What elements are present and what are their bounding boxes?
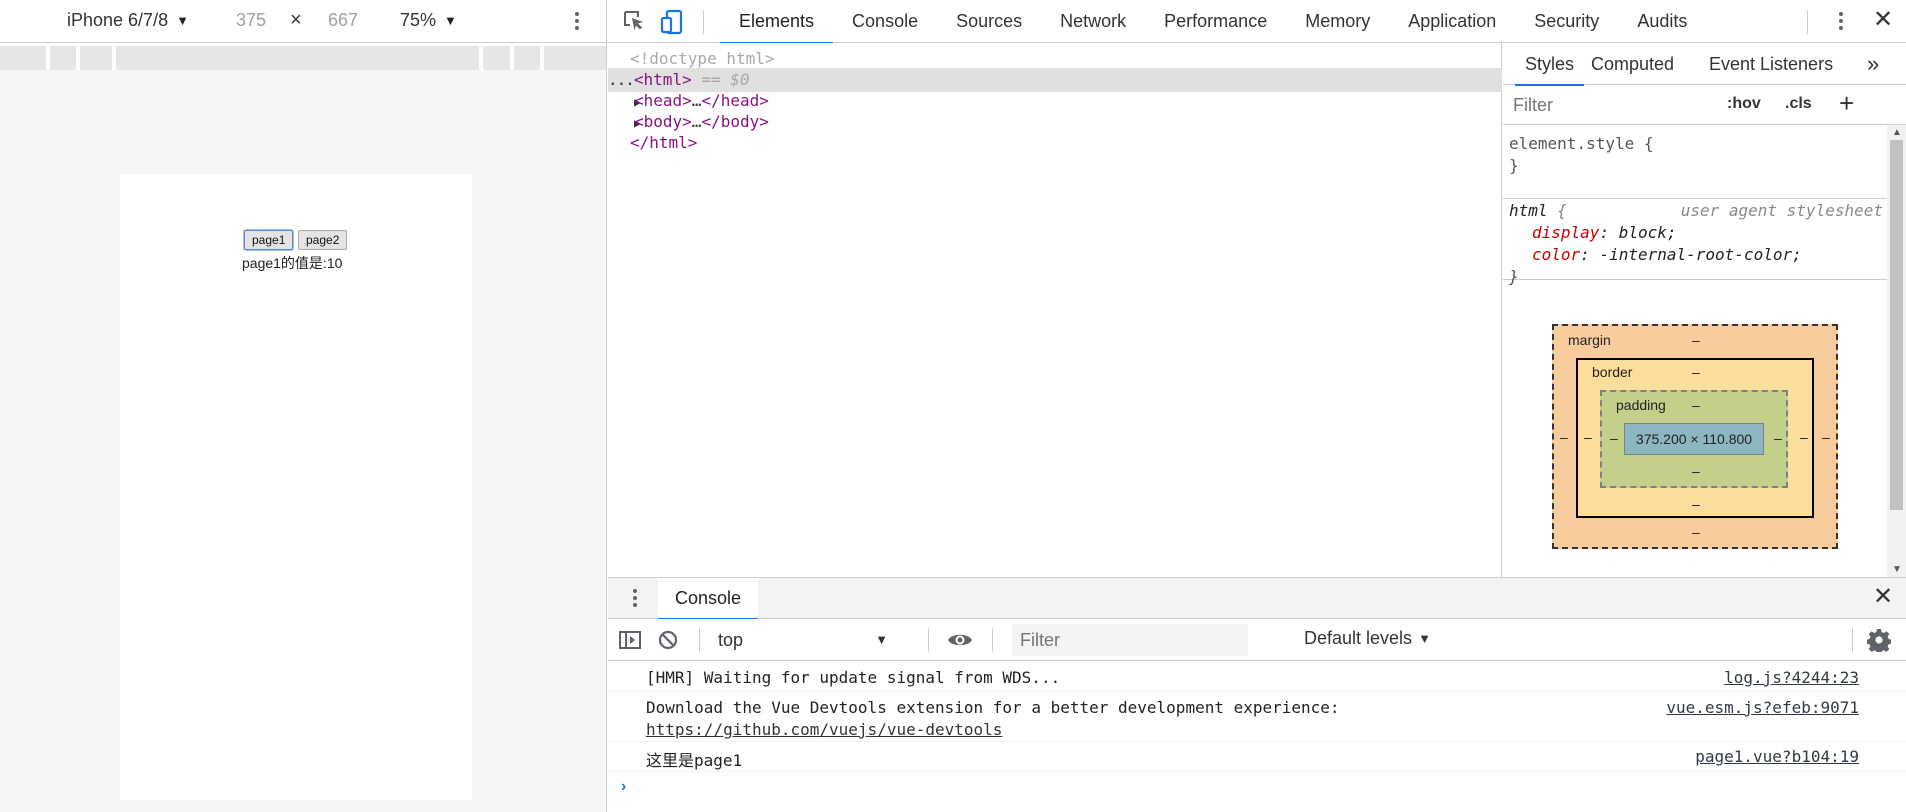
clear-console-icon[interactable] (657, 629, 679, 651)
more-options-icon[interactable] (572, 9, 582, 33)
page2-button[interactable]: page2 (298, 230, 348, 250)
styles-scrollbar[interactable]: ▲ ▼ (1887, 125, 1906, 577)
devtools-tab-bar: Elements Console Sources Network Perform… (608, 0, 1906, 44)
user-agent-stylesheet-label: user agent stylesheet (1680, 201, 1883, 220)
new-style-rule-button[interactable]: + (1839, 88, 1854, 119)
console-prompt[interactable]: › (621, 778, 626, 796)
more-tabs-icon[interactable]: » (1867, 51, 1879, 77)
cls-toggle-button[interactable]: .cls (1785, 95, 1812, 113)
toolbar-divider (1852, 628, 1853, 652)
tab-sources[interactable]: Sources (937, 0, 1041, 43)
tab-computed[interactable]: Computed (1591, 43, 1674, 85)
console-filter-input[interactable] (1012, 624, 1248, 656)
box-model-padding[interactable]: padding – – – – 375.200 × 110.800 (1600, 390, 1788, 488)
screen: iPhone 6/7/8 ▼ 375 × 667 75% ▼ page1 pag… (0, 0, 1906, 812)
close-devtools-icon[interactable]: ✕ (1873, 6, 1893, 34)
zoom-select[interactable]: 75% ▼ (400, 10, 457, 31)
tab-audits[interactable]: Audits (1618, 0, 1706, 43)
console-message: Download the Vue Devtools extension for … (608, 692, 1906, 742)
message-source-link[interactable]: log.js?4244:23 (1724, 668, 1859, 687)
device-name: iPhone 6/7/8 (67, 10, 169, 30)
dropdown-arrow-icon: ▼ (875, 632, 888, 647)
inspect-element-icon[interactable] (623, 10, 647, 32)
page1-button[interactable]: page1 (244, 230, 294, 250)
media-query-bar[interactable] (0, 46, 606, 70)
close-drawer-icon[interactable]: ✕ (1873, 582, 1893, 612)
toolbar-divider (928, 628, 929, 652)
toolbar-divider (1807, 10, 1808, 34)
tab-network[interactable]: Network (1041, 0, 1145, 43)
tab-styles[interactable]: Styles (1514, 43, 1585, 86)
tab-event-listeners[interactable]: Event Listeners (1709, 43, 1833, 85)
box-model-margin[interactable]: margin – – – – border – – – – padding – … (1552, 324, 1838, 549)
customize-devtools-icon[interactable] (1836, 9, 1846, 33)
box-model-content[interactable]: 375.200 × 110.800 (1624, 423, 1764, 455)
box-model-border[interactable]: border – – – – padding – – – – 375.200 ×… (1576, 358, 1814, 518)
device-toolbar-icon[interactable] (660, 9, 686, 35)
dropdown-arrow-icon: ▼ (1418, 631, 1431, 646)
console-message: 这里是page1 page1.vue?b104:19 (608, 742, 1906, 772)
viewport-area: page1 page2 page1的值是:10 (0, 70, 606, 812)
zoom-value: 75% (400, 10, 437, 30)
dom-node-html-close[interactable]: </html> (608, 131, 1502, 155)
device-emulation-pane: iPhone 6/7/8 ▼ 375 × 667 75% ▼ page1 pag… (0, 0, 607, 812)
execution-context-select[interactable]: top ▼ (718, 626, 888, 654)
device-toolbar: iPhone 6/7/8 ▼ 375 × 667 75% ▼ (0, 0, 606, 43)
drawer-menu-icon[interactable] (630, 586, 640, 610)
css-declaration[interactable]: display: block; (1503, 222, 1887, 244)
toolbar-divider (699, 628, 700, 652)
html-tag: <html> (633, 70, 692, 89)
device-height-input[interactable]: 667 (328, 10, 358, 31)
dropdown-arrow-icon: ▼ (444, 13, 457, 28)
hov-toggle-button[interactable]: :hov (1727, 95, 1761, 113)
css-declaration[interactable]: color: -internal-root-color; (1503, 244, 1887, 266)
devtools-window: Elements Console Sources Network Perform… (608, 0, 1906, 812)
element-style-rule[interactable]: element.style { } (1503, 125, 1887, 199)
styles-toolbar: :hov .cls + (1503, 85, 1906, 125)
dom-node-options[interactable]: ... (608, 70, 635, 89)
toolbar-divider (992, 628, 993, 652)
tab-security[interactable]: Security (1515, 0, 1618, 43)
message-source-link[interactable]: vue.esm.js?efeb:9071 (1666, 698, 1859, 717)
emulated-page: page1 page2 page1的值是:10 (120, 174, 472, 800)
context-value: top (718, 630, 744, 650)
live-expression-eye-icon[interactable] (947, 630, 973, 650)
console-sidebar-icon[interactable] (619, 630, 641, 650)
tab-application[interactable]: Application (1389, 0, 1515, 43)
console-drawer: Console ✕ top ▼ Filter Default levels ▼ … (608, 577, 1906, 812)
dropdown-arrow-icon: ▼ (176, 13, 189, 28)
log-levels-select[interactable]: Default levels ▼ (1304, 628, 1431, 649)
console-toolbar: top ▼ Default levels ▼ (608, 619, 1906, 661)
console-message: [HMR] Waiting for update signal from WDS… (608, 662, 1906, 692)
dimension-separator: × (290, 9, 302, 31)
console-settings-gear-icon[interactable] (1867, 628, 1891, 652)
page-value-text: page1的值是:10 (242, 255, 343, 271)
elements-panel: <!doctype html> ...<html> == $0 ▶<head>…… (608, 43, 1502, 621)
tab-elements[interactable]: Elements (720, 0, 834, 44)
device-select[interactable]: iPhone 6/7/8 ▼ (67, 10, 189, 31)
sidebar-tabs: Styles Computed Event Listeners » (1503, 43, 1906, 86)
tab-console[interactable]: Console (833, 0, 937, 43)
tab-memory[interactable]: Memory (1286, 0, 1389, 43)
selected-node-marker: == $0 (691, 70, 750, 89)
message-source-link[interactable]: page1.vue?b104:19 (1695, 747, 1859, 766)
panel-tabs: Elements Console Sources Network Perform… (720, 0, 1706, 44)
device-width-input[interactable]: 375 (236, 10, 266, 31)
styles-filter-input[interactable] (1507, 90, 1685, 120)
drawer-tab-console[interactable]: Console (658, 578, 759, 620)
toolbar-divider (703, 10, 704, 34)
tab-performance[interactable]: Performance (1145, 0, 1286, 43)
drawer-tab-bar: Console ✕ (608, 578, 1906, 620)
vue-devtools-link[interactable]: https://github.com/vuejs/vue-devtools (646, 720, 1002, 739)
html-ua-rule[interactable]: html { user agent stylesheet display: bl… (1503, 199, 1887, 286)
